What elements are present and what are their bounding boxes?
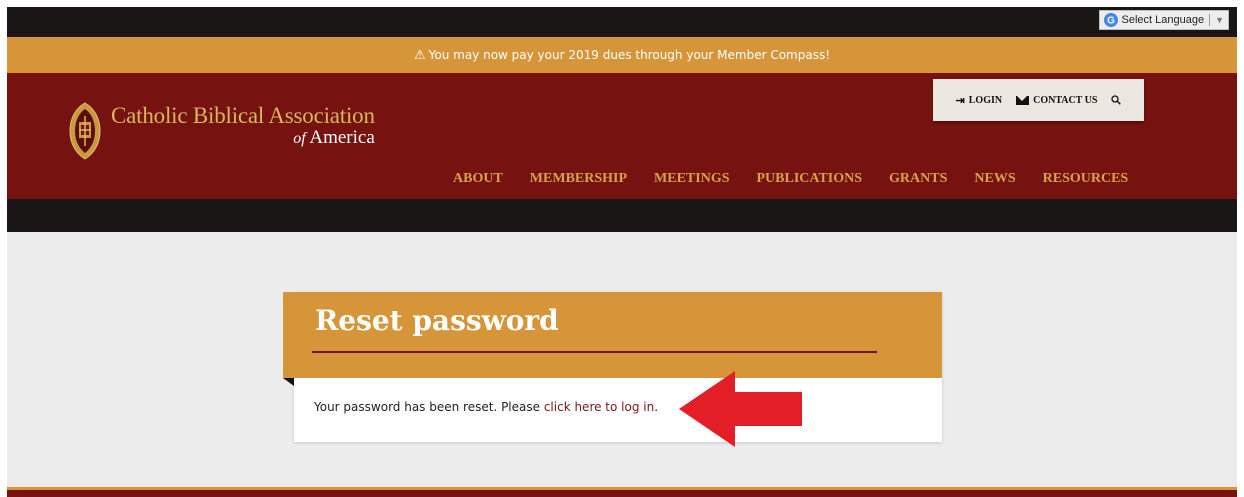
top-bar: G Select Language ▼ [7, 7, 1237, 37]
warning-icon: ⚠ [413, 47, 426, 63]
card-body: Your password has been reset. Please cli… [294, 378, 942, 442]
language-select[interactable]: G Select Language ▼ [1098, 10, 1229, 30]
footer-strip [7, 487, 1237, 497]
nav-grants[interactable]: GRANTS [889, 171, 947, 187]
page-title: Reset password [315, 304, 559, 337]
utility-bar: ⇥ LOGIN CONTACT US [933, 79, 1144, 121]
logo-title: Catholic Biblical Association [111, 103, 375, 128]
nav-about[interactable]: ABOUT [453, 171, 503, 187]
svg-text:G: G [1107, 16, 1115, 27]
page: G Select Language ▼ ⚠ You may now pay yo… [7, 7, 1237, 497]
logo-of: of [293, 130, 306, 147]
reset-password-card: Reset password Your password has been re… [283, 292, 942, 442]
card-header: Reset password [283, 292, 942, 378]
contact-us-link[interactable]: CONTACT US [1016, 95, 1097, 106]
search-button[interactable] [1111, 95, 1122, 105]
login-icon: ⇥ [955, 94, 965, 107]
envelope-icon [1016, 95, 1030, 105]
search-icon [1111, 95, 1122, 105]
nav-resources[interactable]: RESOURCES [1043, 171, 1129, 187]
language-label: Select Language [1121, 14, 1205, 26]
ribbon-fold [283, 378, 294, 386]
message-end: . [654, 400, 659, 414]
site-logo[interactable]: Catholic Biblical Association of America [69, 102, 375, 160]
nav-membership[interactable]: MEMBERSHIP [530, 171, 627, 187]
site-header: Catholic Biblical Association of America… [7, 73, 1237, 199]
login-label: LOGIN [968, 94, 1003, 106]
main-nav: ABOUT MEMBERSHIP MEETINGS PUBLICATIONS G… [453, 171, 1128, 187]
dropdown-arrow-icon: ▼ [1215, 15, 1224, 25]
reset-message: Your password has been reset. Please cli… [314, 400, 658, 414]
notice-text: You may now pay your 2019 dues through y… [428, 48, 831, 62]
notice-banner: ⚠ You may now pay your 2019 dues through… [7, 37, 1237, 73]
google-g-icon: G [1103, 13, 1118, 27]
annotation-arrow-icon [679, 371, 802, 447]
login-link-inline[interactable]: click here to log in [544, 400, 654, 414]
header-underbar [7, 199, 1237, 232]
message-text: Your password has been reset. Please [314, 400, 544, 414]
divider [1209, 14, 1211, 26]
nav-publications[interactable]: PUBLICATIONS [757, 171, 863, 187]
logo-america: America [309, 127, 375, 148]
login-link[interactable]: ⇥ LOGIN [956, 94, 1003, 107]
title-underline [312, 351, 877, 353]
seal-icon [69, 102, 101, 160]
nav-meetings[interactable]: MEETINGS [654, 171, 729, 187]
nav-news[interactable]: NEWS [974, 171, 1015, 187]
contact-us-label: CONTACT US [1033, 94, 1098, 106]
